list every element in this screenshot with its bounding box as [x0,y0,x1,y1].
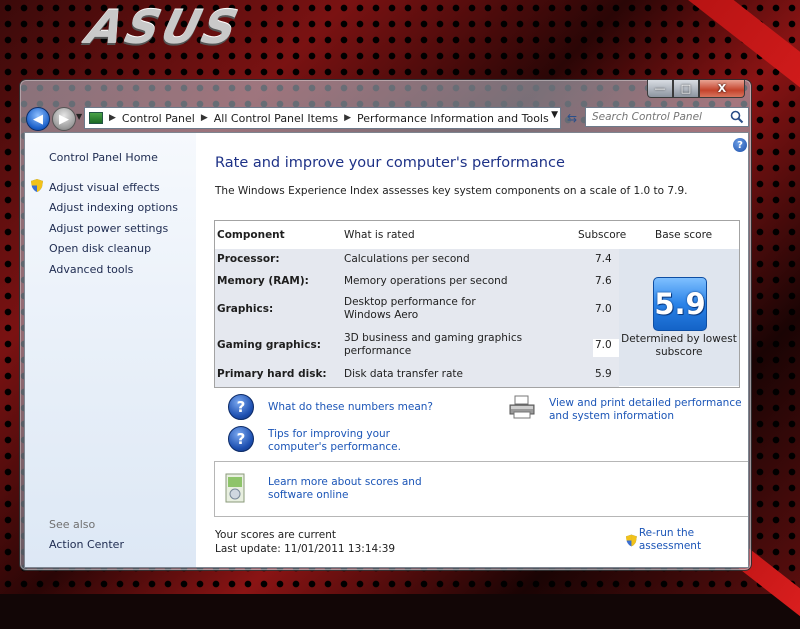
column-header-component: Component [217,229,285,241]
subscore: 5.9 [595,368,612,380]
back-button[interactable]: ◀ [26,107,50,131]
status-text: Your scores are current Last update: 11/… [215,528,395,556]
tips-link[interactable]: Tips for improving your computer's perfo… [268,428,448,454]
breadcrumb-separator[interactable]: ▶ [109,113,116,123]
rated-description: Desktop performance for Windows Aero [344,296,476,321]
navigation-bar: ◀ ▶ ▼ ▶ Control Panel ▶ All Control Pane… [24,106,749,131]
base-score-badge: 5.9 [653,277,707,331]
what-numbers-link[interactable]: What do these numbers mean? [268,401,433,414]
refresh-icon[interactable]: ⇆ [563,109,581,127]
learn-more-box: Learn more about scores and software onl… [214,461,748,517]
sidebar-item-home[interactable]: Control Panel Home [49,151,158,164]
breadcrumb-separator[interactable]: ▶ [201,113,208,123]
component-name: Graphics: [217,303,274,315]
component-name: Processor: [217,253,280,265]
sidebar: Control Panel Home Adjust visual effects… [25,133,196,567]
chevron-down-icon[interactable]: ▼ [551,110,558,120]
score-table: Component What is rated Subscore Base sc… [214,220,740,388]
main-panel: ? Rate and improve your computer's perfo… [196,133,748,567]
print-details-link[interactable]: View and print detailed performance and … [549,397,744,423]
rerun-assessment-link[interactable]: Re-run the assessment [639,527,748,553]
sidebar-item-advanced-tools[interactable]: Advanced tools [49,263,133,276]
question-icon[interactable]: ? [228,394,254,420]
maximize-button[interactable]: □ [673,80,699,98]
sidebar-item-action-center[interactable]: Action Center [49,538,124,551]
rerun-assessment[interactable]: Re-run the assessment [626,527,748,553]
control-panel-icon [89,112,103,124]
sidebar-item-indexing[interactable]: Adjust indexing options [49,201,178,214]
page-title: Rate and improve your computer's perform… [215,155,565,171]
forward-button[interactable]: ▶ [52,107,76,131]
chevron-down-icon[interactable]: ▼ [76,112,82,121]
component-name: Primary hard disk: [217,368,327,380]
rated-description: Memory operations per second [344,275,508,287]
subscore: 7.0 [595,339,612,351]
rated-description: Calculations per second [344,253,470,265]
subscore: 7.4 [595,253,612,265]
asus-logo: ASUS [81,0,246,54]
intro-text: The Windows Experience Index assesses ke… [215,185,688,197]
caption-buttons: — □ X [647,80,745,98]
learn-more-link[interactable]: Learn more about scores and software onl… [268,476,458,502]
rated-description: 3D business and gaming graphics performa… [344,332,523,357]
breadcrumb-control-panel[interactable]: Control Panel [122,112,195,125]
address-bar[interactable]: ▶ Control Panel ▶ All Control Panel Item… [84,107,561,129]
software-box-icon [225,473,245,503]
printer-icon[interactable] [508,395,536,419]
base-score-panel: 5.9 Determined by lowest subscore [619,249,739,386]
base-score-value: 5.9 [654,287,706,321]
breadcrumb-all-items[interactable]: All Control Panel Items [214,112,338,125]
content-area: Control Panel Home Adjust visual effects… [24,132,749,568]
column-header-subscore: Subscore [578,229,627,241]
scores-current-text: Your scores are current [215,529,336,541]
subscore: 7.6 [595,275,612,287]
see-also-heading: See also [49,518,96,531]
breadcrumb-separator[interactable]: ▶ [344,113,351,123]
shield-icon [31,179,43,192]
search-icon[interactable] [730,110,744,124]
sidebar-item-power[interactable]: Adjust power settings [49,222,168,235]
minimize-button[interactable]: — [647,80,673,98]
control-panel-window: — □ X ◀ ▶ ▼ ▶ Control Panel ▶ All Contro… [19,79,752,571]
column-header-base-score: Base score [655,229,713,241]
close-button[interactable]: X [699,80,745,98]
sidebar-item-disk-cleanup[interactable]: Open disk cleanup [49,242,151,255]
subscore: 7.0 [595,303,612,315]
search-input[interactable] [585,107,749,127]
help-icon[interactable]: ? [733,138,747,152]
sidebar-item-visual-effects[interactable]: Adjust visual effects [49,181,160,194]
rated-description: Disk data transfer rate [344,368,464,380]
shield-icon [626,534,637,546]
column-header-rated: What is rated [344,229,415,241]
component-name: Gaming graphics: [217,339,321,351]
breadcrumb-performance[interactable]: Performance Information and Tools [357,112,549,125]
question-icon[interactable]: ? [228,426,254,452]
component-name: Memory (RAM): [217,275,309,287]
base-score-caption: Determined by lowest subscore [621,333,737,358]
last-update-text: Last update: 11/01/2011 13:14:39 [215,543,396,555]
